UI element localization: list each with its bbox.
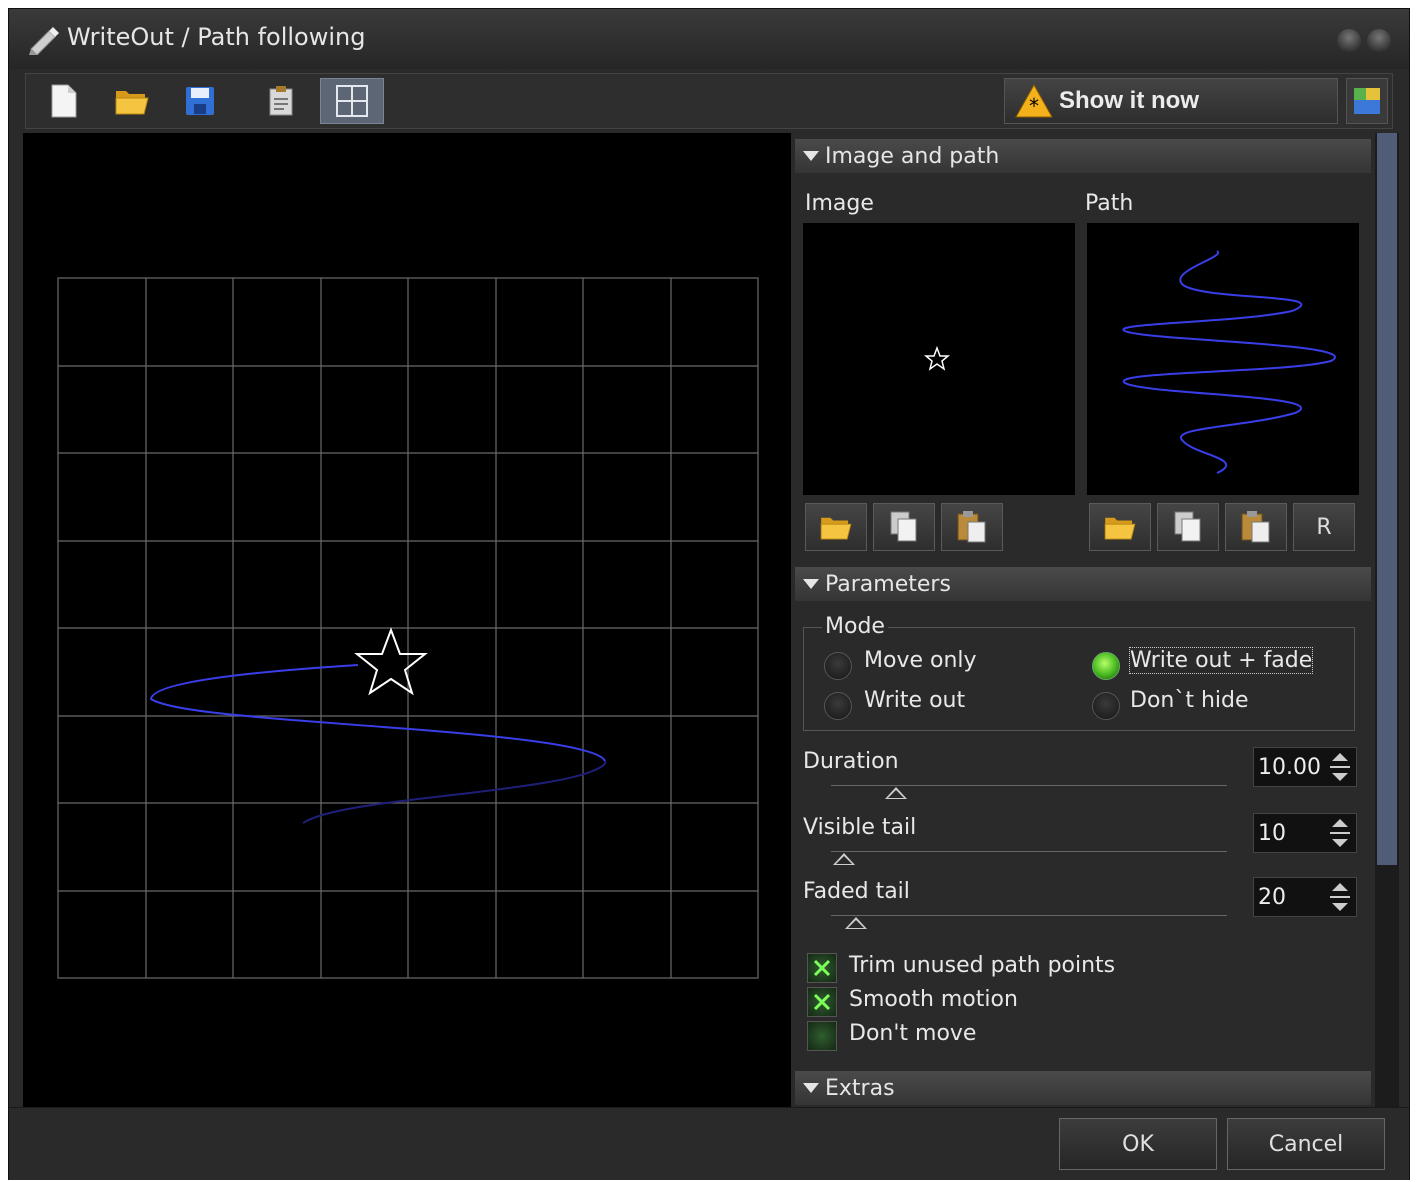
path-reset-button[interactable]: R — [1293, 503, 1355, 551]
faded-tail-spinbox[interactable]: 20 — [1253, 877, 1357, 917]
dont-move-checkbox[interactable] — [807, 1021, 837, 1051]
dont-move-label[interactable]: Don't move — [849, 1021, 976, 1046]
spin-arrows-icon[interactable] — [1328, 751, 1352, 783]
panel-scrollbar[interactable] — [1375, 133, 1399, 1107]
title-bar[interactable]: WriteOut / Path following — [9, 9, 1409, 69]
star-thumbnail — [923, 345, 951, 371]
mode-move-only-radio[interactable] — [824, 652, 852, 680]
pencil-icon — [29, 27, 59, 55]
path-preview — [1087, 223, 1359, 495]
grid-toggle-button[interactable] — [320, 78, 384, 124]
open-button[interactable] — [108, 78, 156, 124]
copy-icon — [1174, 511, 1201, 542]
visible-tail-spinbox[interactable]: 10 — [1253, 813, 1357, 853]
image-preview — [803, 223, 1075, 495]
extras-header[interactable]: Extras — [795, 1071, 1371, 1105]
path-grid-svg — [57, 277, 759, 979]
save-button[interactable] — [176, 78, 224, 124]
mode-label: Mode — [822, 614, 888, 639]
properties-panel: Image and path Image Path R Parameters M… — [791, 133, 1375, 1107]
path-open-button[interactable] — [1089, 503, 1151, 551]
faded-tail-slider-thumb[interactable] — [845, 917, 867, 929]
trim-unused-checkbox[interactable] — [807, 953, 837, 983]
open-folder-icon — [1104, 517, 1136, 540]
motion-path-visible — [149, 664, 606, 762]
duration-slider-track[interactable] — [831, 785, 1227, 786]
window-title: WriteOut / Path following — [67, 23, 366, 51]
path-paste-button[interactable] — [1225, 503, 1287, 551]
copy-icon — [890, 511, 917, 542]
paste-icon — [1241, 511, 1270, 543]
mode-group: Mode Move only Write out + fade Write ou… — [803, 614, 1355, 731]
mode-write-out-radio[interactable] — [824, 692, 852, 720]
dialog-window: WriteOut / Path following * Show it now … — [8, 8, 1410, 1180]
show-it-now-button[interactable]: * Show it now — [1004, 78, 1338, 124]
paste-icon — [957, 511, 986, 543]
mode-write-out-fade-label[interactable]: Write out + fade — [1128, 647, 1314, 674]
properties-button[interactable] — [258, 78, 306, 124]
smooth-motion-checkbox[interactable] — [807, 987, 837, 1017]
trim-unused-label[interactable]: Trim unused path points — [849, 953, 1115, 978]
faded-tail-value: 20 — [1258, 884, 1286, 910]
collapse-triangle-icon — [803, 1083, 819, 1093]
mode-dont-hide-radio[interactable] — [1092, 692, 1120, 720]
motion-path-faded — [302, 760, 607, 824]
open-folder-icon — [820, 517, 852, 540]
close-button[interactable] — [1367, 29, 1391, 53]
spin-arrows-icon[interactable] — [1328, 817, 1352, 849]
section-title: Parameters — [825, 571, 951, 597]
image-label: Image — [805, 191, 874, 216]
parameters-header[interactable]: Parameters — [795, 567, 1371, 601]
duration-slider-thumb[interactable] — [885, 787, 907, 799]
new-button[interactable] — [40, 78, 88, 124]
scrollbar-thumb[interactable] — [1377, 133, 1397, 865]
mode-move-only-label[interactable]: Move only — [864, 648, 977, 673]
image-paste-button[interactable] — [941, 503, 1003, 551]
mode-dont-hide-label[interactable]: Don`t hide — [1130, 688, 1249, 713]
toolbar: * Show it now — [25, 73, 1393, 129]
collapse-triangle-icon — [803, 579, 819, 589]
dialog-footer: OK Cancel — [9, 1107, 1409, 1180]
faded-tail-label: Faded tail — [803, 879, 910, 904]
spin-arrows-icon[interactable] — [1328, 881, 1352, 913]
open-folder-icon — [115, 91, 149, 115]
duration-spinbox[interactable]: 10.00 — [1253, 747, 1357, 787]
section-title: Extras — [825, 1075, 895, 1101]
faded-tail-slider-track[interactable] — [831, 915, 1227, 916]
image-copy-button[interactable] — [873, 503, 935, 551]
check-x-icon — [813, 959, 831, 977]
svg-text:*: * — [1029, 94, 1039, 118]
image-open-button[interactable] — [805, 503, 867, 551]
mode-write-out-label[interactable]: Write out — [864, 688, 965, 713]
visible-tail-value: 10 — [1258, 820, 1286, 846]
dock-layout-button[interactable] — [1346, 78, 1388, 124]
smooth-motion-label[interactable]: Smooth motion — [849, 987, 1018, 1012]
mode-write-out-fade-radio[interactable] — [1092, 652, 1120, 680]
path-copy-button[interactable] — [1157, 503, 1219, 551]
visible-tail-label: Visible tail — [803, 815, 917, 840]
visible-tail-slider-thumb[interactable] — [833, 853, 855, 865]
section-title: Image and path — [825, 143, 1000, 169]
collapse-triangle-icon — [803, 151, 819, 161]
star-sprite — [354, 627, 428, 696]
clipboard-icon — [269, 86, 293, 116]
grid-icon — [336, 85, 368, 117]
preview-canvas[interactable] — [23, 133, 791, 1107]
minimize-button[interactable] — [1337, 29, 1361, 53]
duration-label: Duration — [803, 749, 899, 774]
duration-value: 10.00 — [1258, 754, 1321, 780]
show-it-now-label: Show it now — [1059, 87, 1199, 114]
cancel-button[interactable]: Cancel — [1227, 1118, 1385, 1170]
path-thumbnail — [1122, 250, 1336, 474]
image-and-path-header[interactable]: Image and path — [795, 139, 1371, 173]
new-file-icon — [51, 84, 77, 118]
layout-icon — [1354, 88, 1380, 114]
path-label: Path — [1085, 191, 1134, 216]
check-x-icon — [813, 993, 831, 1011]
grid-lines — [57, 277, 759, 979]
warning-icon: * — [1015, 84, 1053, 118]
save-disk-icon — [186, 87, 214, 115]
visible-tail-slider-track[interactable] — [831, 851, 1227, 852]
ok-button[interactable]: OK — [1059, 1118, 1217, 1170]
